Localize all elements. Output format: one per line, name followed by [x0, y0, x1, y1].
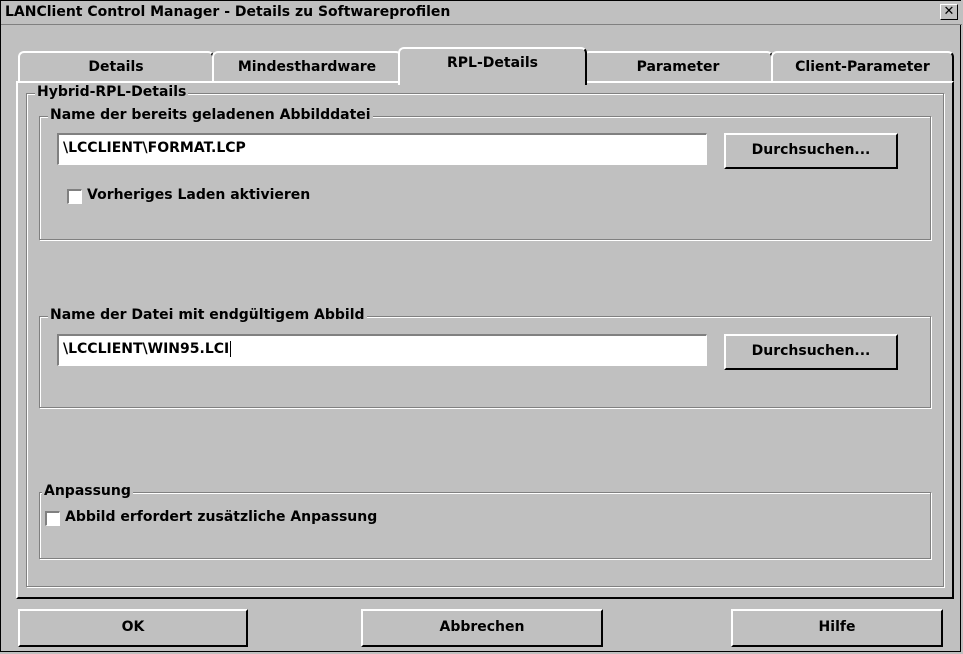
- final-image-path-value: \LCCLIENT\WIN95.LCI: [63, 341, 230, 357]
- adaptation-checkbox[interactable]: [45, 511, 60, 526]
- preload-checkbox-label[interactable]: Vorheriges Laden aktivieren: [87, 187, 310, 203]
- hybrid-rpl-legend: Hybrid-RPL-Details: [35, 84, 189, 100]
- browse-loaded-image-button[interactable]: Durchsuchen...: [724, 133, 898, 169]
- adaptation-group: Anpassung Abbild erfordert zusätzliche A…: [39, 483, 931, 559]
- ok-button[interactable]: OK: [18, 609, 248, 647]
- adaptation-legend: Anpassung: [42, 483, 133, 499]
- window-title: LANClient Control Manager - Details zu S…: [5, 4, 451, 20]
- loaded-image-group: Name der bereits geladenen Abbilddatei \…: [39, 107, 931, 240]
- browse-loaded-image-label: Durchsuchen...: [751, 142, 871, 158]
- dialog-window: LANClient Control Manager - Details zu S…: [0, 0, 962, 652]
- tab-parameter[interactable]: Parameter: [583, 51, 773, 82]
- title-bar[interactable]: LANClient Control Manager - Details zu S…: [1, 1, 962, 25]
- final-image-legend: Name der Datei mit endgültigem Abbild: [48, 307, 367, 323]
- browse-final-image-label: Durchsuchen...: [751, 343, 871, 359]
- help-button[interactable]: Hilfe: [731, 609, 943, 647]
- tab-rpl-details[interactable]: RPL-Details: [398, 47, 587, 85]
- adaptation-checkbox-label[interactable]: Abbild erfordert zusätzliche Anpassung: [65, 509, 377, 525]
- tab-details-label: Details: [88, 59, 144, 75]
- tab-details[interactable]: Details: [18, 51, 214, 82]
- ok-label: OK: [121, 619, 145, 635]
- tab-mindesthardware[interactable]: Mindesthardware: [212, 51, 402, 82]
- text-cursor: [230, 341, 232, 357]
- tab-rpl-details-label: RPL-Details: [447, 55, 538, 71]
- help-label: Hilfe: [818, 619, 856, 635]
- final-image-group: Name der Datei mit endgültigem Abbild \L…: [39, 307, 931, 408]
- tab-client-parameter-label: Client-Parameter: [795, 59, 930, 75]
- tab-panel: Hybrid-RPL-Details Name der bereits gela…: [16, 81, 954, 599]
- browse-final-image-button[interactable]: Durchsuchen...: [724, 334, 898, 370]
- preload-checkbox[interactable]: [67, 189, 82, 204]
- cancel-button[interactable]: Abbrechen: [361, 609, 603, 647]
- hybrid-rpl-group: Hybrid-RPL-Details Name der bereits gela…: [26, 84, 944, 587]
- close-icon: ✕: [943, 4, 955, 19]
- tab-client-parameter[interactable]: Client-Parameter: [771, 51, 954, 82]
- tab-mindesthardware-label: Mindesthardware: [237, 59, 377, 75]
- final-image-path-input[interactable]: \LCCLIENT\WIN95.LCI: [57, 334, 707, 366]
- cancel-label: Abbrechen: [439, 619, 525, 635]
- loaded-image-legend: Name der bereits geladenen Abbilddatei: [48, 107, 373, 123]
- loaded-image-path-input[interactable]: \LCCLIENT\FORMAT.LCP: [57, 133, 707, 165]
- close-button[interactable]: ✕: [940, 4, 958, 20]
- loaded-image-path-value: \LCCLIENT\FORMAT.LCP: [63, 140, 246, 156]
- tab-parameter-label: Parameter: [636, 59, 720, 75]
